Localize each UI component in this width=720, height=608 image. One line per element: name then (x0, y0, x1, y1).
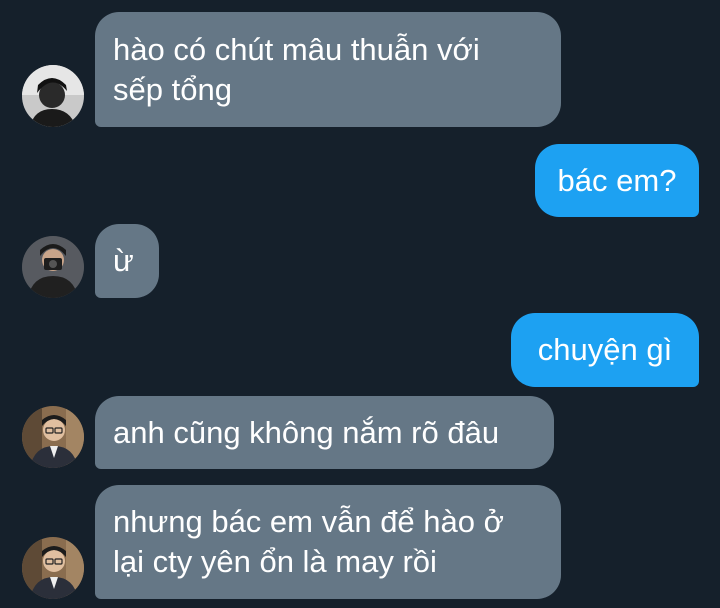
avatar[interactable] (22, 236, 84, 298)
avatar[interactable] (22, 65, 84, 127)
message-bubble-outgoing[interactable]: bác em? (535, 144, 699, 217)
message-line: chuyện gì (537, 332, 673, 367)
message-line: sếp tổng (113, 71, 232, 107)
message-text: nhưng bác em vẫn để hào ở lại cty yên ổn… (113, 502, 504, 582)
message-line: hào có chút mâu thuẫn với (113, 31, 480, 67)
message-line: ừ (113, 243, 134, 278)
message-bubble-incoming[interactable]: anh cũng không nắm rõ đâu (95, 396, 554, 469)
message-bubble-incoming[interactable]: nhưng bác em vẫn để hào ở lại cty yên ổn… (95, 485, 561, 599)
message-bubble-incoming[interactable]: ừ (95, 224, 159, 298)
avatar[interactable] (22, 406, 84, 468)
avatar-camera-selfie-icon (22, 236, 84, 298)
message-line: lại cty yên ổn là may rồi (113, 544, 437, 579)
message-bubble-incoming[interactable]: hào có chút mâu thuẫn với sếp tổng (95, 12, 561, 127)
avatar-bw-portrait-icon (22, 65, 84, 127)
message-line: bác em? (557, 162, 677, 198)
message-bubble-outgoing[interactable]: chuyện gì (511, 313, 699, 387)
avatar-suit-glasses-icon (22, 537, 84, 599)
message-line: anh cũng không nắm rõ đâu (113, 414, 500, 450)
avatar-suit-glasses-icon (22, 406, 84, 468)
message-text: hào có chút mâu thuẫn với sếp tổng (113, 30, 480, 110)
avatar[interactable] (22, 537, 84, 599)
message-line: nhưng bác em vẫn để hào ở (113, 504, 504, 539)
